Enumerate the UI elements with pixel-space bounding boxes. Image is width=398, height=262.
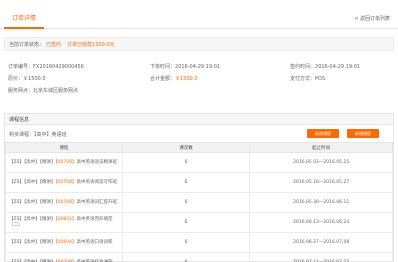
order-number: 订单编号：FX20160429000456 xyxy=(8,64,84,70)
info-row: 原价：￥1500.0 合计金额：￥1500.0 支付方式：POS xyxy=(4,75,394,87)
table-row: 【ZS】【高中】【精讲】【00851】高中英语完形填空（二） 6 2016.06.1… xyxy=(5,212,393,233)
total-amount: 合计金额：￥1500.0 xyxy=(150,76,198,82)
lesson-count: 6 xyxy=(121,192,251,213)
order-info: 订单编号：FX20160429000456 下单时间：2016-04-29 19… xyxy=(4,63,394,99)
course-name: 【ZS】【高中】【精讲】【00851】高中英语完形填空（二） xyxy=(5,212,123,233)
course-panel: 课程信息 购买课程：【高中】英语班 修改课程 新增课程 课程 课次数 起止时间 … xyxy=(4,113,394,262)
course-name: 【ZS】【高中】【精讲】【00708】高中英语词汇提升班 xyxy=(5,192,123,213)
course-name: 【ZS】【高中】【精讲】【00604】高中英语口语训练 xyxy=(5,232,123,253)
sign-time: 签约时间：2016-04-29 19:01 xyxy=(290,64,361,70)
table-row: 【ZS】【高中】【精讲】【00708】高中英语阅读写作班 6 2016.05.16—… xyxy=(5,172,393,193)
payment-method: 支付方式：POS xyxy=(290,76,326,82)
back-to-orders-link[interactable]: < 返回订单列表 xyxy=(354,15,390,22)
status-extra: 订单已收款1500.0元 xyxy=(67,41,115,48)
lesson-count: 6 xyxy=(121,212,251,233)
date-range: 2016.05.03—2016.05.15 xyxy=(249,152,393,173)
course-toolbar: 购买课程：【高中】英语班 修改课程 新增课程 xyxy=(5,125,393,141)
order-status-bar: 当前订单状态： 已签约 订单已收款1500.0元 xyxy=(4,37,394,51)
info-row: 订单编号：FX20160429000456 下单时间：2016-04-29 19… xyxy=(4,63,394,75)
status-value: 已签约 xyxy=(46,41,62,48)
table-row: 【ZS】【高中】【精讲】【00708】高中英语语法精讲班 6 2016.05.03—… xyxy=(5,152,393,173)
col-lessons: 课次数 xyxy=(121,142,251,153)
date-range: 2016.06.27—2016.07.08 xyxy=(249,232,393,253)
col-course: 课程 xyxy=(5,142,123,153)
col-dates: 起止时间 xyxy=(249,142,393,153)
table-row: 【ZS】【高中】【精讲】【00708】高中英语综合冲刺62016.07.11—2… xyxy=(5,252,393,262)
lesson-count: 6 xyxy=(121,172,251,193)
info-row: 服务网点：北京东城区服务网点 xyxy=(4,87,394,99)
course-name: 【ZS】【高中】【精讲】【00708】高中英语语法精讲班 xyxy=(5,152,123,173)
table-row: 【ZS】【高中】【精讲】【00604】高中英语口语训练 6 2016.06.27—2… xyxy=(5,232,393,253)
tab-bar: 订单详情 < 返回订单列表 xyxy=(0,0,398,29)
course-name: 【ZS】【高中】【精讲】【00708】高中英语综合冲刺 xyxy=(5,252,123,262)
add-course-button[interactable]: 新增课程 xyxy=(347,129,379,138)
tab-order-detail[interactable]: 订单详情 xyxy=(4,8,44,29)
purchased-course-label: 购买课程：【高中】英语班 xyxy=(9,132,67,138)
order-time: 下单时间：2016-04-29 19:01 xyxy=(150,64,221,70)
edit-course-button[interactable]: 修改课程 xyxy=(307,129,339,138)
course-table: 课程 课次数 起止时间 【ZS】【高中】【精讲】【00708】高中英语语法精讲班… xyxy=(5,142,393,262)
date-range: 2016.05.30—2016.06.11 xyxy=(249,192,393,213)
lesson-count: 6 xyxy=(121,252,251,262)
date-range: 2016.06.13—2016.06.24 xyxy=(249,212,393,233)
status-label: 当前订单状态： xyxy=(9,41,45,48)
original-price: 原价：￥1500.0 xyxy=(8,76,46,82)
course-name: 【ZS】【高中】【精讲】【00708】高中英语阅读写作班 xyxy=(5,172,123,193)
panel-title: 课程信息 xyxy=(5,114,393,125)
lesson-count: 6 xyxy=(121,152,251,173)
lesson-count: 6 xyxy=(121,232,251,253)
date-range: 2016.07.11—2016.07.22 xyxy=(249,252,393,262)
date-range: 2016.05.16—2016.05.27 xyxy=(249,172,393,193)
service-center: 服务网点：北京东城区服务网点 xyxy=(8,88,79,94)
table-row: 【ZS】【高中】【精讲】【00708】高中英语词汇提升班 6 2016.05.30—… xyxy=(5,192,393,213)
